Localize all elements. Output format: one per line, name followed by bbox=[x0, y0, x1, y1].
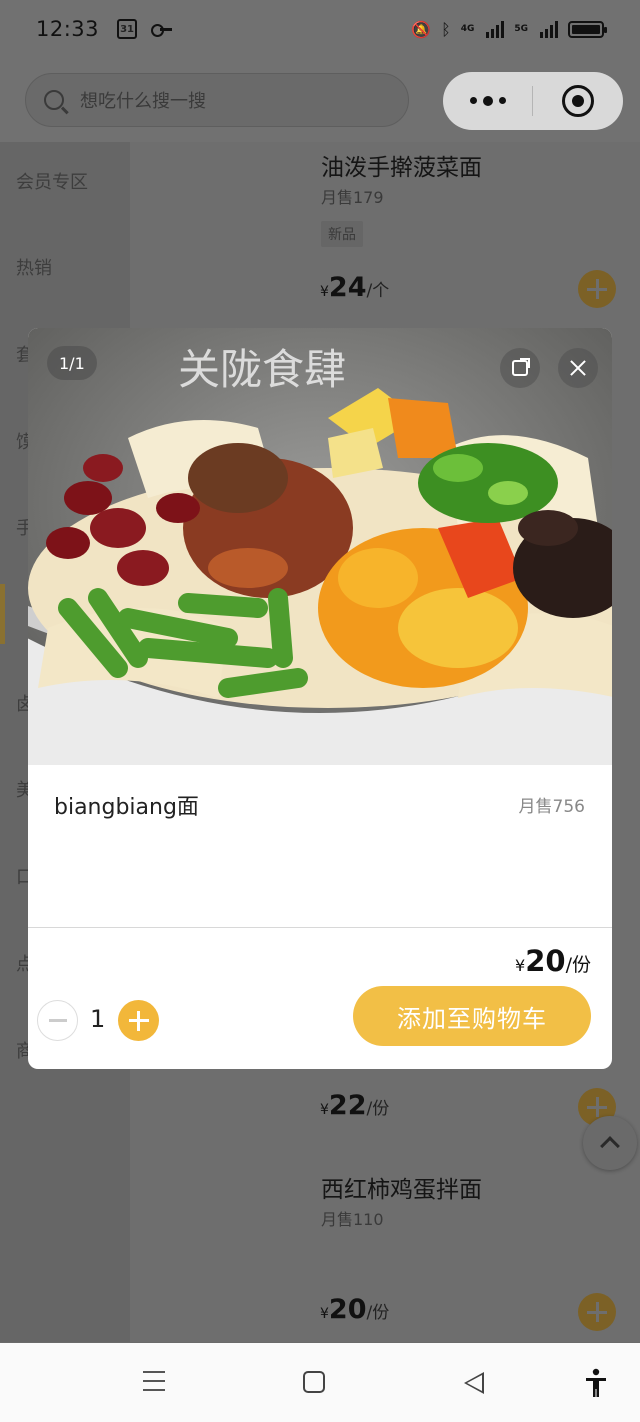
product-tag: 新品 bbox=[321, 221, 363, 247]
menu-icon[interactable] bbox=[143, 1371, 165, 1391]
mute-icon: 🔕 bbox=[411, 19, 432, 39]
more-menu-button[interactable] bbox=[443, 95, 532, 106]
status-bar: 12:33 31 🔕 ᛒ 4G 5G bbox=[0, 0, 640, 58]
increase-quantity-button[interactable] bbox=[118, 1000, 159, 1041]
modal-product-name: biangbiang面 bbox=[54, 795, 199, 820]
battery-icon bbox=[568, 20, 607, 38]
product-price: ¥24/个 bbox=[320, 272, 390, 303]
calendar-icon: 31 bbox=[117, 19, 138, 39]
product-detail-modal: 关陇食肆 1/1 biangbiang面 月售756 ¥20/份 1 添加至购物… bbox=[28, 328, 612, 1069]
system-nav-bar bbox=[0, 1343, 640, 1422]
share-button[interactable] bbox=[500, 348, 540, 388]
header: 想吃什么搜一搜 bbox=[0, 58, 640, 142]
key-icon bbox=[151, 23, 173, 37]
close-button[interactable] bbox=[558, 348, 598, 388]
network-4g-label: 4G bbox=[460, 24, 475, 34]
share-icon bbox=[512, 358, 530, 376]
add-to-cart-button[interactable]: 添加至购物车 bbox=[353, 986, 591, 1046]
search-icon bbox=[44, 90, 64, 110]
product-sales: 月售179 bbox=[321, 188, 384, 207]
product-sales: 月售110 bbox=[321, 1210, 384, 1229]
product-price: ¥20/份 bbox=[320, 1294, 390, 1325]
sidebar-item-members[interactable]: 会员专区 bbox=[16, 168, 88, 194]
image-counter: 1/1 bbox=[47, 346, 97, 380]
mini-program-capsule bbox=[443, 72, 623, 130]
scroll-to-top-button[interactable] bbox=[583, 1116, 637, 1170]
sidebar-item-hot[interactable]: 热销 bbox=[16, 254, 52, 280]
back-icon[interactable] bbox=[464, 1372, 484, 1394]
accessibility-icon[interactable] bbox=[584, 1368, 608, 1398]
decrease-quantity-button[interactable] bbox=[37, 1000, 78, 1041]
search-placeholder: 想吃什么搜一搜 bbox=[80, 91, 206, 112]
home-icon[interactable] bbox=[303, 1371, 325, 1393]
signal-icon bbox=[486, 20, 505, 38]
close-mini-program-button[interactable] bbox=[533, 85, 623, 117]
product-title[interactable]: 油泼手擀菠菜面 bbox=[321, 148, 482, 182]
network-5g-label: 5G bbox=[514, 24, 528, 34]
modal-product-price: ¥20/份 bbox=[515, 944, 591, 978]
status-time: 12:33 bbox=[36, 17, 100, 41]
quantity-value: 1 bbox=[90, 1005, 106, 1033]
search-input[interactable]: 想吃什么搜一搜 bbox=[25, 73, 409, 127]
bluetooth-icon: ᛒ bbox=[441, 19, 451, 39]
add-item-button[interactable] bbox=[578, 270, 616, 308]
signal-icon-2 bbox=[540, 20, 558, 38]
product-price: ¥22/份 bbox=[320, 1090, 390, 1121]
chevron-up-icon bbox=[600, 1136, 620, 1156]
product-title[interactable]: 西红柿鸡蛋拌面 bbox=[321, 1170, 482, 1204]
noodle-dish-photo: 关陇食肆 bbox=[28, 328, 612, 765]
image-watermark: 关陇食肆 bbox=[178, 345, 346, 394]
add-item-button[interactable] bbox=[578, 1293, 616, 1331]
target-icon bbox=[562, 85, 594, 117]
sidebar-active-indicator bbox=[0, 584, 5, 644]
divider bbox=[28, 927, 612, 928]
close-icon bbox=[569, 359, 587, 377]
product-image[interactable]: 关陇食肆 1/1 bbox=[28, 328, 612, 765]
modal-product-sales: 月售756 bbox=[518, 797, 585, 817]
